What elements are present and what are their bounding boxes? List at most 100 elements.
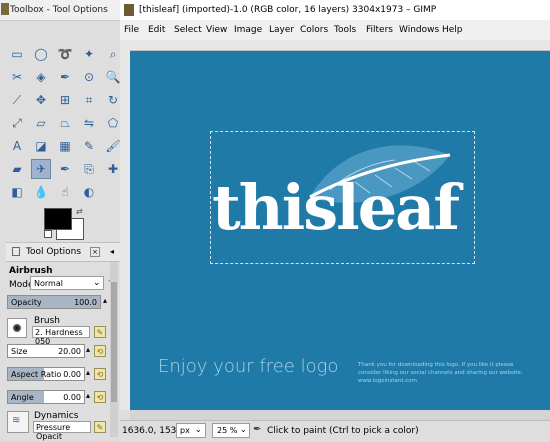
text-tool-icon[interactable]: A bbox=[7, 136, 27, 156]
size-label: Size bbox=[11, 347, 28, 356]
canvas-small-text: Thank you for downloading this logo. If … bbox=[358, 361, 548, 385]
swap-colors-icon[interactable]: ⇄ bbox=[76, 207, 83, 216]
dynamics-preview[interactable]: ≋ bbox=[7, 411, 29, 433]
brush-label: Brush bbox=[34, 316, 60, 326]
tab-tool-options[interactable]: Tool Options bbox=[26, 247, 81, 257]
airbrush-tool-icon[interactable]: ✈ bbox=[31, 159, 51, 179]
brush-field[interactable]: 2. Hardness 050 bbox=[32, 326, 90, 346]
mode-value: Normal bbox=[34, 279, 63, 288]
paths-tool-icon[interactable]: ✒ bbox=[55, 67, 75, 87]
window-title: [thisleaf] (imported)-1.0 (RGB color, 16… bbox=[139, 5, 437, 15]
chevron-down-icon: ⌄ bbox=[93, 278, 101, 288]
toolbox-window: Toolbox - Tool Options ▭ ◯ ➰ ✦ ⌕ ✂ ◈ ✒ ⊙ 🔍 ⟋ ✥ ⊞ ⌗ ↻ ⤢ ▱… bbox=[0, 0, 121, 441]
menu-edit[interactable]: Edit bbox=[148, 25, 165, 35]
flip-tool-icon[interactable]: ⇋ bbox=[79, 113, 99, 133]
menu-help[interactable]: Help bbox=[442, 25, 463, 35]
opacity-spin-icon[interactable]: ▴ bbox=[103, 296, 107, 305]
menu-tools[interactable]: Tools bbox=[334, 25, 356, 35]
mode-select[interactable]: Normal ⌄ bbox=[30, 276, 104, 290]
edit-dynamics-icon[interactable]: ✎ bbox=[94, 421, 106, 433]
horizontal-ruler[interactable] bbox=[120, 40, 550, 51]
unit-select[interactable]: px ⌄ bbox=[176, 423, 206, 438]
aspect-spin-icon[interactable]: ▴ bbox=[86, 368, 90, 377]
tab-menu-icon[interactable]: ◂ bbox=[110, 247, 114, 256]
image-canvas[interactable]: thisleaf Enjoy your free logo Thank you … bbox=[130, 51, 550, 410]
horizontal-scrollbar[interactable] bbox=[130, 410, 550, 420]
color-picker-tool-icon[interactable]: ⊙ bbox=[79, 67, 99, 87]
size-slider[interactable]: Size 20.00 bbox=[7, 344, 85, 358]
menu-filters[interactable]: Filters bbox=[366, 25, 393, 35]
aspect-ratio-value: 0.00 bbox=[63, 370, 81, 379]
menu-file[interactable]: File bbox=[124, 25, 139, 35]
scale-tool-icon[interactable]: ⤢ bbox=[7, 113, 27, 133]
angle-spin-icon[interactable]: ▴ bbox=[86, 391, 90, 400]
measure-tool-icon[interactable]: ⟋ bbox=[7, 90, 27, 110]
reset-size-icon[interactable]: ⟲ bbox=[94, 345, 106, 357]
ellipse-select-tool-icon[interactable]: ◯ bbox=[31, 44, 51, 64]
rect-select-tool-icon[interactable]: ▭ bbox=[7, 44, 27, 64]
menu-windows[interactable]: Windows bbox=[399, 25, 439, 35]
crop-tool-icon[interactable]: ⌗ bbox=[79, 90, 99, 110]
menu-view[interactable]: View bbox=[206, 25, 227, 35]
blur-tool-icon[interactable]: 💧 bbox=[31, 182, 51, 202]
logo-text: thisleaf bbox=[212, 171, 460, 244]
brush-dot-icon bbox=[13, 324, 21, 332]
ink-tool-icon[interactable]: ✒ bbox=[55, 159, 75, 179]
foreground-color-swatch[interactable] bbox=[44, 208, 72, 230]
tool-name: Airbrush bbox=[9, 266, 53, 276]
zoom-value: 25 % bbox=[217, 426, 238, 435]
pencil-tool-icon[interactable]: ✎ bbox=[79, 136, 99, 156]
image-window: [thisleaf] (imported)-1.0 (RGB color, 16… bbox=[120, 0, 550, 442]
aspect-ratio-slider[interactable]: Aspect Ratio 0.00 bbox=[7, 367, 85, 381]
fuzzy-select-tool-icon[interactable]: ✦ bbox=[79, 44, 99, 64]
smudge-tool-icon[interactable]: ☝ bbox=[55, 182, 75, 202]
menu-image[interactable]: Image bbox=[234, 25, 262, 35]
reset-aspect-icon[interactable]: ⟲ bbox=[94, 368, 106, 380]
align-tool-icon[interactable]: ⊞ bbox=[55, 90, 75, 110]
opacity-slider[interactable]: Opacity 100.0 bbox=[7, 295, 101, 309]
move-tool-icon[interactable]: ✥ bbox=[31, 90, 51, 110]
dynamics-icon: ≋ bbox=[12, 415, 21, 426]
unit-value: px bbox=[180, 426, 190, 435]
size-spin-icon[interactable]: ▴ bbox=[86, 345, 90, 354]
dynamics-label: Dynamics bbox=[34, 411, 79, 421]
image-titlebar[interactable]: [thisleaf] (imported)-1.0 (RGB color, 16… bbox=[120, 0, 550, 21]
reset-angle-icon[interactable]: ⟲ bbox=[94, 391, 106, 403]
scissors-tool-icon[interactable]: ✂ bbox=[7, 67, 27, 87]
tagline: Enjoy your free logo bbox=[158, 356, 339, 377]
menu-bar: File Edit Select View Image Layer Colors Tools F… bbox=[120, 20, 550, 40]
status-message: Click to paint (Ctrl to pick a color) bbox=[267, 426, 419, 436]
chevron-down-icon: ⌄ bbox=[195, 425, 202, 434]
gimp-app-icon bbox=[124, 4, 134, 16]
perspective-tool-icon[interactable]: ⏢ bbox=[55, 113, 75, 133]
eraser-tool-icon[interactable]: ▰ bbox=[7, 159, 27, 179]
brush-preview[interactable] bbox=[7, 318, 27, 338]
dynamics-value: Pressure Opacit bbox=[36, 423, 71, 441]
bucket-fill-tool-icon[interactable]: ◪ bbox=[31, 136, 51, 156]
blend-tool-icon[interactable]: ▦ bbox=[55, 136, 75, 156]
small-text-line-2: consider liking our social channels and … bbox=[358, 370, 523, 376]
menu-colors[interactable]: Colors bbox=[300, 25, 328, 35]
foreground-select-tool-icon[interactable]: ◈ bbox=[31, 67, 51, 87]
menu-select[interactable]: Select bbox=[174, 25, 202, 35]
scrollbar-thumb[interactable] bbox=[111, 282, 117, 402]
size-value: 20.00 bbox=[58, 347, 81, 356]
angle-label: Angle bbox=[11, 393, 34, 402]
menu-layer[interactable]: Layer bbox=[269, 25, 294, 35]
opacity-value: 100.0 bbox=[74, 298, 97, 307]
tool-options-tab-bar: Tool Options × ◂ bbox=[6, 242, 120, 262]
perspective-clone-tool-icon[interactable]: ◧ bbox=[7, 182, 27, 202]
toolbox-titlebar[interactable]: Toolbox - Tool Options bbox=[0, 0, 120, 21]
edit-brush-icon[interactable]: ✎ bbox=[94, 326, 106, 338]
default-colors-icon[interactable] bbox=[44, 230, 52, 238]
zoom-select[interactable]: 25 % ⌄ bbox=[212, 423, 250, 438]
dynamics-field[interactable]: Pressure Opacit bbox=[33, 421, 91, 441]
dodge-burn-tool-icon[interactable]: ◐ bbox=[79, 182, 99, 202]
angle-slider[interactable]: Angle 0.00 bbox=[7, 390, 85, 404]
lasso-tool-icon[interactable]: ➰ bbox=[55, 44, 75, 64]
shear-tool-icon[interactable]: ▱ bbox=[31, 113, 51, 133]
clone-tool-icon[interactable]: ⎘ bbox=[79, 159, 99, 179]
tool-options-scrollbar[interactable] bbox=[110, 262, 118, 437]
chevron-down-icon: ⌄ bbox=[240, 425, 247, 434]
tab-close-icon[interactable]: × bbox=[90, 247, 100, 257]
